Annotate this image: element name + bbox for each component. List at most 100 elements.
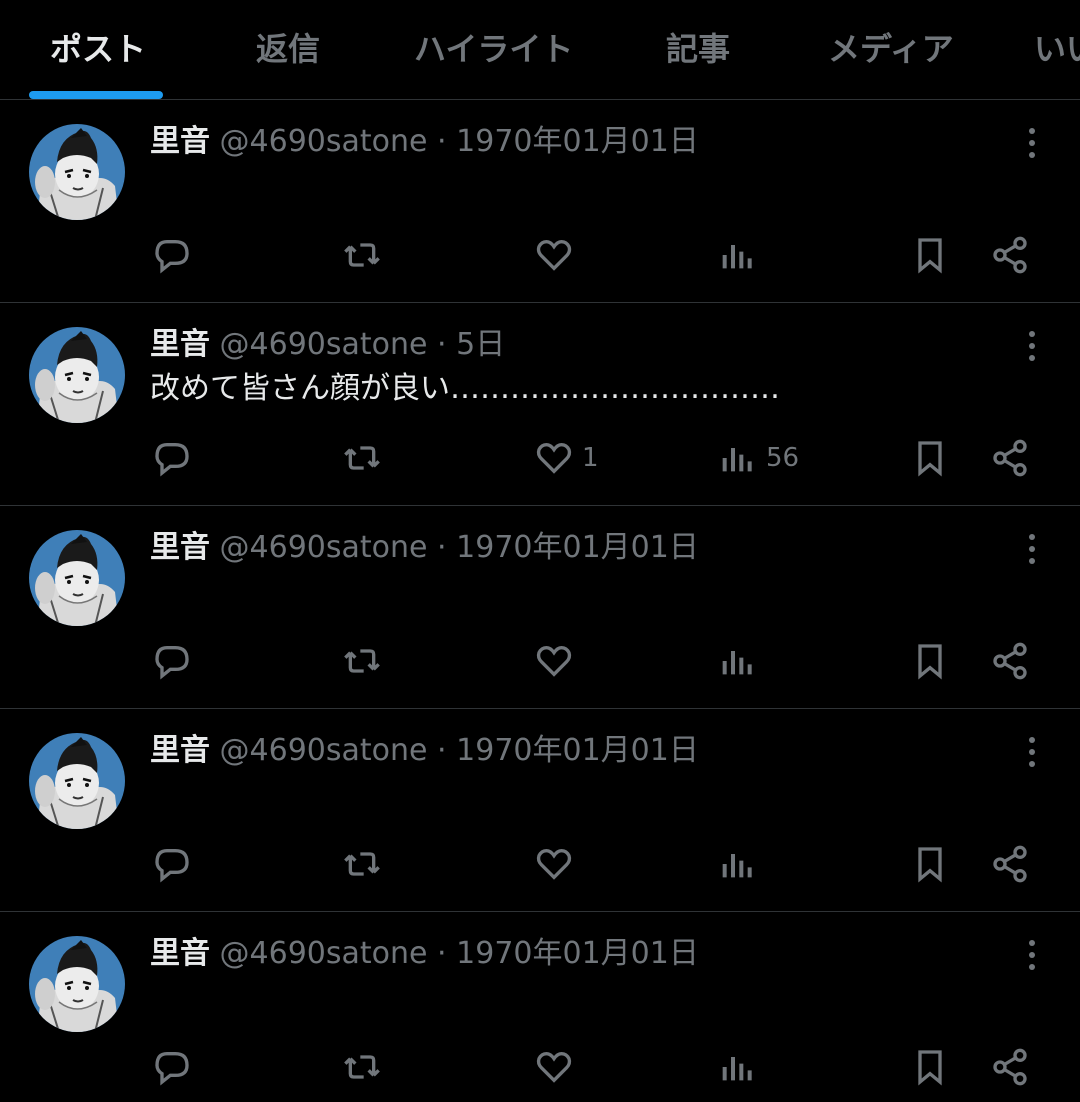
post-date[interactable]: 1970年01月01日 [456, 936, 699, 971]
avatar[interactable] [29, 733, 125, 829]
repost-icon [344, 649, 380, 673]
views-button[interactable] [718, 230, 766, 280]
like-count: 1 [582, 443, 599, 473]
tab-highlights[interactable]: ハイライト [414, 24, 573, 70]
bookmark-button[interactable] [910, 1042, 950, 1092]
more-icon[interactable] [1020, 938, 1044, 972]
user-handle[interactable]: @4690satone [220, 327, 428, 362]
post-date[interactable]: 1970年01月01日 [456, 733, 699, 768]
display-name[interactable]: 里音 [150, 733, 210, 768]
active-tab-indicator [29, 91, 163, 99]
bookmark-icon [918, 1050, 942, 1086]
tab-replies[interactable]: 返信 [256, 24, 320, 70]
post[interactable]: 里音 @4690satone · 1970年01月01日 [0, 912, 1080, 1102]
repost-icon [344, 1055, 380, 1079]
post[interactable]: 里音 @4690satone · 1970年01月01日 [0, 100, 1080, 303]
views-button[interactable] [718, 839, 766, 889]
repost-button[interactable] [342, 636, 382, 686]
separator-dot: · [437, 327, 447, 362]
bookmark-icon [918, 238, 942, 274]
separator-dot: · [437, 124, 447, 159]
like-button[interactable] [534, 1042, 582, 1092]
repost-button[interactable] [342, 230, 382, 280]
views-icon [722, 1057, 752, 1081]
reply-button[interactable] [152, 839, 192, 889]
views-button[interactable]: 56 [718, 433, 799, 483]
like-icon [536, 645, 572, 677]
like-button[interactable] [534, 839, 582, 889]
repost-icon [344, 243, 380, 267]
reply-icon [155, 240, 189, 274]
share-icon [993, 845, 1027, 883]
repost-icon [344, 446, 380, 470]
more-icon[interactable] [1020, 532, 1044, 566]
reply-icon [155, 443, 189, 477]
bookmark-button[interactable] [910, 433, 950, 483]
bookmark-button[interactable] [910, 230, 950, 280]
post-header: 里音 @4690satone · 1970年01月01日 [150, 934, 699, 974]
more-icon[interactable] [1020, 126, 1044, 160]
like-button[interactable] [534, 230, 582, 280]
avatar[interactable] [29, 530, 125, 626]
repost-button[interactable] [342, 1042, 382, 1092]
avatar[interactable] [29, 124, 125, 220]
share-icon [993, 642, 1027, 680]
display-name[interactable]: 里音 [150, 124, 210, 159]
avatar[interactable] [29, 936, 125, 1032]
tab-likes[interactable]: いいね [1034, 24, 1080, 70]
post[interactable]: 里音 @4690satone · 5日 改めて皆さん顔が良い…………………………… [0, 303, 1080, 506]
tab-articles[interactable]: 記事 [666, 24, 730, 70]
user-handle[interactable]: @4690satone [220, 124, 428, 159]
reply-icon [155, 849, 189, 883]
user-handle[interactable]: @4690satone [220, 530, 428, 565]
avatar[interactable] [29, 327, 125, 423]
post-header: 里音 @4690satone · 1970年01月01日 [150, 731, 699, 771]
post-actions [0, 636, 1080, 686]
share-button[interactable] [990, 1042, 1030, 1092]
share-button[interactable] [990, 636, 1030, 686]
reply-button[interactable] [152, 433, 192, 483]
post[interactable]: 里音 @4690satone · 1970年01月01日 [0, 709, 1080, 912]
more-icon[interactable] [1020, 735, 1044, 769]
share-icon [993, 236, 1027, 274]
tab-media[interactable]: メディア [828, 24, 954, 70]
post-text: 改めて皆さん顔が良い…………………………… [150, 371, 780, 406]
reply-button[interactable] [152, 230, 192, 280]
repost-icon [344, 852, 380, 876]
like-icon [536, 1051, 572, 1083]
reply-button[interactable] [152, 1042, 192, 1092]
share-icon [993, 1048, 1027, 1086]
post-header: 里音 @4690satone · 1970年01月01日 [150, 528, 699, 568]
bookmark-icon [918, 847, 942, 883]
reply-icon [155, 646, 189, 680]
post-date[interactable]: 1970年01月01日 [456, 530, 699, 565]
share-icon [993, 439, 1027, 477]
display-name[interactable]: 里音 [150, 327, 210, 362]
separator-dot: · [437, 530, 447, 565]
user-handle[interactable]: @4690satone [220, 936, 428, 971]
share-button[interactable] [990, 839, 1030, 889]
views-icon [722, 651, 752, 675]
reply-button[interactable] [152, 636, 192, 686]
like-button[interactable]: 1 [534, 433, 599, 483]
post-date[interactable]: 5日 [456, 327, 505, 362]
tab-posts[interactable]: ポスト [50, 24, 146, 70]
post-actions: 1 56 [0, 433, 1080, 483]
views-icon [722, 854, 752, 878]
share-button[interactable] [990, 433, 1030, 483]
post[interactable]: 里音 @4690satone · 1970年01月01日 [0, 506, 1080, 709]
repost-button[interactable] [342, 433, 382, 483]
like-button[interactable] [534, 636, 582, 686]
bookmark-button[interactable] [910, 636, 950, 686]
display-name[interactable]: 里音 [150, 530, 210, 565]
views-button[interactable] [718, 636, 766, 686]
bookmark-button[interactable] [910, 839, 950, 889]
user-handle[interactable]: @4690satone [220, 733, 428, 768]
separator-dot: · [437, 936, 447, 971]
post-date[interactable]: 1970年01月01日 [456, 124, 699, 159]
repost-button[interactable] [342, 839, 382, 889]
more-icon[interactable] [1020, 329, 1044, 363]
share-button[interactable] [990, 230, 1030, 280]
display-name[interactable]: 里音 [150, 936, 210, 971]
views-button[interactable] [718, 1042, 766, 1092]
